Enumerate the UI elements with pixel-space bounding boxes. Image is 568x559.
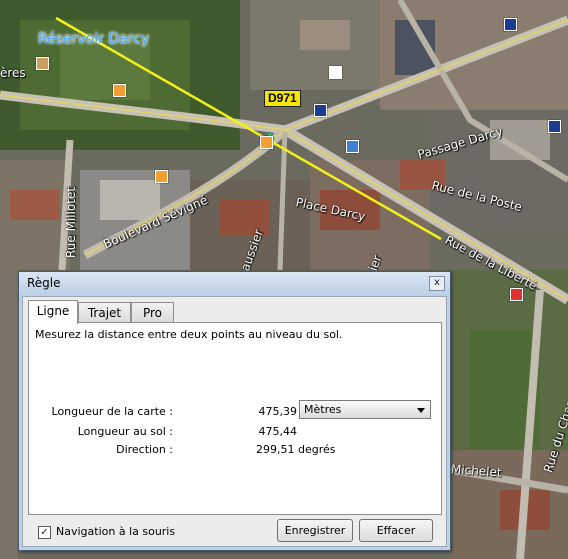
photo-icon[interactable]	[113, 84, 126, 97]
tab-ligne[interactable]: Ligne	[28, 300, 78, 324]
mouse-navigation-checkbox[interactable]: ✓	[38, 526, 51, 539]
clear-button[interactable]: Effacer	[359, 519, 433, 542]
direction-label: Direction :	[116, 443, 173, 456]
photo-icon[interactable]	[155, 170, 168, 183]
photo-icon[interactable]	[346, 140, 359, 153]
map-length-value: 475,39	[258, 405, 298, 418]
photo-icon[interactable]	[260, 136, 273, 149]
warning-icon[interactable]	[510, 288, 523, 301]
description-text: Mesurez la distance entre deux points au…	[35, 328, 343, 341]
map-label-reservoir: Réservoir Darcy	[38, 31, 150, 47]
tab-panel-ligne: Mesurez la distance entre deux points au…	[28, 322, 442, 515]
map-label-rue-millotet: Rue Millotet	[64, 186, 78, 258]
dialog-title: Règle	[27, 276, 61, 290]
tab-trajet[interactable]: Trajet	[78, 302, 131, 323]
dialog-body: Ligne Trajet Pro Mesurez la distance ent…	[22, 296, 447, 547]
close-icon[interactable]: x	[429, 276, 445, 291]
unit-select-value: Mètres	[304, 403, 342, 416]
road-shield-d971: D971	[264, 90, 301, 107]
poi-icon[interactable]	[504, 18, 517, 31]
ruler-dialog: Règle x Ligne Trajet Pro Mesurez la dist…	[18, 271, 451, 551]
tab-pro[interactable]: Pro	[131, 302, 174, 323]
ruler-measure-line	[55, 16, 442, 241]
map-label-eres: ères	[0, 66, 26, 80]
poi-icon[interactable]	[314, 104, 327, 117]
ground-length-label: Longueur au sol :	[77, 425, 173, 438]
museum-icon[interactable]	[329, 66, 342, 79]
unit-select[interactable]: Mètres	[299, 400, 431, 419]
chevron-down-icon	[417, 408, 425, 413]
map-length-label: Longueur de la carte :	[51, 405, 173, 418]
mouse-navigation-label[interactable]: Navigation à la souris	[56, 525, 175, 538]
save-button[interactable]: Enregistrer	[277, 519, 353, 542]
poi-icon[interactable]	[36, 57, 49, 70]
dialog-titlebar[interactable]: Règle x	[19, 272, 450, 294]
poi-icon[interactable]	[548, 120, 561, 133]
ground-length-value: 475,44	[258, 425, 298, 438]
direction-value: 299,51 degrés	[256, 443, 336, 456]
